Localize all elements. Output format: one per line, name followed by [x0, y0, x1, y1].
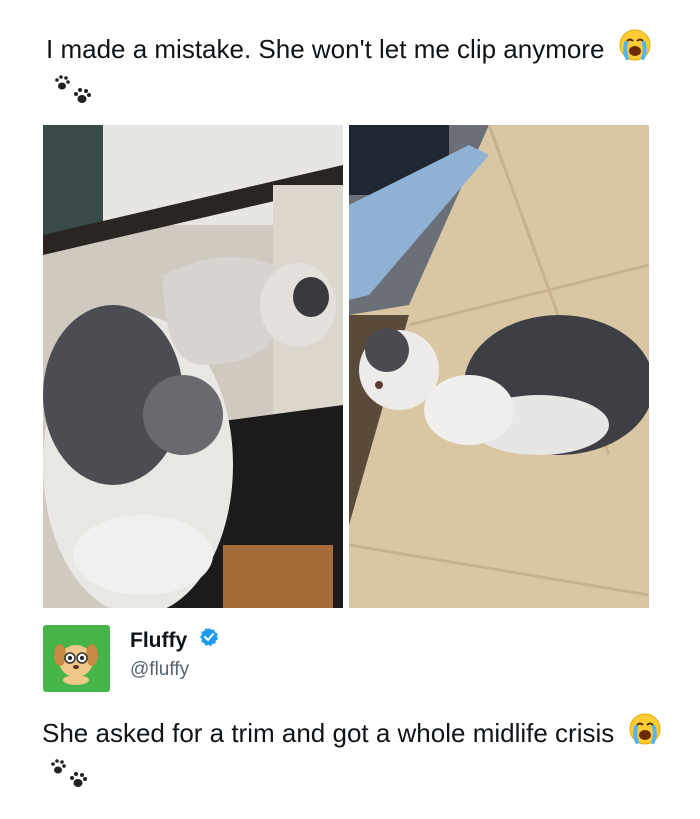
cat-on-chair-photo[interactable] — [43, 125, 343, 608]
reply-author: Fluffy @fluffy — [43, 625, 643, 695]
reply-caption: She asked for a trim and got a whole mid… — [42, 712, 662, 804]
display-name[interactable]: Fluffy — [130, 627, 219, 655]
post-caption: I made a mistake. She won't let me clip … — [46, 28, 666, 120]
verified-badge-icon — [199, 627, 219, 655]
paw-prints-icon — [52, 74, 96, 120]
display-name-text: Fluffy — [130, 629, 188, 652]
dog-icon — [54, 644, 98, 685]
reply-caption-text: She asked for a trim and got a whole mid… — [42, 717, 615, 748]
paw-prints-icon — [48, 758, 92, 804]
photo-grid — [43, 125, 649, 608]
crying-face-icon — [618, 28, 652, 74]
avatar[interactable] — [43, 625, 110, 692]
meme-post: I made a mistake. She won't let me clip … — [0, 0, 700, 819]
crying-face-icon — [628, 712, 662, 758]
user-handle[interactable]: @fluffy — [130, 657, 189, 683]
post-caption-text: I made a mistake. She won't let me clip … — [46, 34, 605, 64]
cat-on-tile-floor-photo[interactable] — [349, 125, 649, 608]
